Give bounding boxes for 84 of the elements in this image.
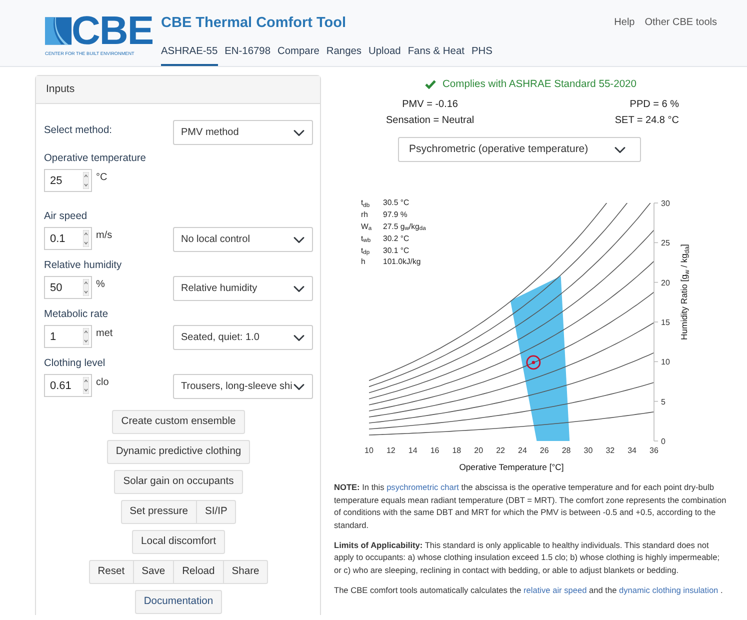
tick-label: 26	[540, 446, 549, 456]
tick-label: 32	[606, 446, 615, 456]
field-label: Relative humidity	[44, 259, 123, 272]
panel-header: Inputs	[36, 76, 320, 104]
logo-icon	[45, 16, 72, 46]
field-label: Operative temperature	[44, 152, 147, 165]
tick-label: 36	[650, 446, 658, 456]
nav-tab[interactable]: Upload	[368, 44, 401, 66]
number-field[interactable]: 1	[44, 325, 92, 348]
nav-tab[interactable]: ASHRAE-55	[161, 44, 218, 66]
tick-label: 10	[661, 358, 670, 368]
spinner-icon	[83, 279, 89, 296]
text-link[interactable]: dynamic clothing insulation	[619, 585, 718, 596]
tick-label: 25	[661, 239, 670, 248]
app-title: CBE Thermal Comfort Tool	[161, 14, 348, 32]
text-link[interactable]: relative air speed	[524, 585, 587, 596]
select-field[interactable]: Psychrometric (operative temperature)	[398, 137, 641, 162]
action-button[interactable]: Local discomfort	[132, 530, 225, 554]
tick-label: 34	[628, 446, 637, 456]
header-link[interactable]: Other CBE tools	[644, 15, 717, 66]
number-field[interactable]: 0.61	[44, 374, 92, 397]
tick-label: 28	[562, 446, 571, 456]
number-field[interactable]: 0.1	[44, 227, 92, 250]
result-text: Sensation = Neutral	[386, 114, 474, 128]
unit-label: °C	[96, 171, 108, 185]
spinner-icon	[83, 377, 89, 394]
select-field[interactable]: No local control	[173, 227, 313, 252]
tick-label: 16	[430, 446, 440, 456]
action-button[interactable]: Save	[132, 560, 174, 584]
tick-label: 14	[408, 446, 418, 456]
field-label: Metabolic rate	[44, 308, 109, 321]
unit-label: met	[96, 327, 113, 341]
select-field[interactable]: PMV method	[173, 120, 313, 145]
tick-label: 30	[584, 446, 593, 456]
action-button[interactable]: Reset	[88, 560, 134, 584]
select-field[interactable]: Trousers, long-sleeve shi	[173, 374, 313, 399]
action-button[interactable]: Set pressure	[120, 500, 198, 524]
note-paragraph: Limits of Applicability: This standard is only applicable to healthy individuals. This standard does not apply to occupants: a) whose clothing insulation exceed 1.5 clo; b) whose clothing is highly impermeable; or c) who are sleeping, reclining in contact with bedding, or able to adjust blankets or bedding.	[334, 539, 721, 576]
nav-tab[interactable]: Ranges	[326, 44, 362, 66]
action-button[interactable]: Share	[222, 560, 268, 584]
nav-tab[interactable]: Fans & Heat	[408, 44, 464, 66]
field-label: Select method:	[44, 124, 112, 137]
select-field[interactable]: Relative humidity	[173, 276, 313, 301]
field-label: Air speed	[44, 210, 88, 223]
action-button[interactable]: Solar gain on occupants	[114, 470, 243, 494]
action-button[interactable]: Reload	[173, 560, 224, 584]
unit-label: m/s	[96, 229, 112, 243]
action-button[interactable]: Documentation	[134, 590, 222, 614]
select-field[interactable]: Seated, quiet: 1.0	[173, 325, 313, 350]
tick-label: 18	[452, 446, 462, 456]
tick-label: 5	[661, 398, 666, 407]
spinner-icon	[83, 328, 89, 345]
logo-text: CBE	[72, 14, 153, 48]
action-button[interactable]: Create custom ensemble	[112, 410, 245, 434]
nav-tab[interactable]: EN-16798	[224, 44, 270, 66]
unit-label: clo	[96, 376, 109, 390]
tick-label: 10	[364, 446, 374, 456]
spinner-icon	[83, 172, 89, 189]
tick-label: 22	[496, 446, 505, 456]
spinner-icon	[83, 230, 89, 247]
text-link[interactable]: psychrometric chart	[386, 482, 459, 492]
note-paragraph: NOTE: In this psychrometric chart the abscissa is the operative temperature and for each point dry-bulb temperature equals mean radiant temperature (DBT = MRT). The comfort zone represents the combination of conditions with the same DBT and MRT for which the PMV is between -0.5 and +0.5, according to the standard.	[334, 481, 728, 532]
nav-tab[interactable]: Compare	[278, 44, 320, 66]
result-text: PMV = -0.16	[401, 98, 459, 112]
tick-label: 12	[386, 446, 396, 456]
nav-tab[interactable]: PHS	[471, 44, 492, 66]
header-link[interactable]: Help	[614, 15, 635, 66]
result-text: PPD = 6 %	[628, 98, 679, 112]
tick-label: 20	[474, 446, 484, 456]
tick-label: 15	[661, 318, 670, 328]
field-label: Clothing level	[44, 357, 106, 370]
number-field[interactable]: 50	[44, 276, 92, 299]
unit-label: %	[96, 278, 105, 292]
axis-title: Operative Temperature [°C]	[459, 462, 564, 472]
action-button[interactable]: Dynamic predictive clothing	[106, 440, 250, 464]
tick-label: 0	[661, 437, 666, 446]
number-field[interactable]: 25	[44, 169, 92, 192]
tick-label: 30	[661, 199, 670, 208]
note-paragraph: The CBE comfort tools automatically calculates the relative air speed and the dynamic clothing insulation .	[334, 584, 724, 597]
tick-label: 24	[518, 446, 527, 456]
tick-label: 20	[661, 278, 670, 288]
compliance-text: Complies with ASHRAE Standard 55-2020	[442, 78, 637, 92]
result-text: SET = 24.8 °C	[614, 114, 679, 128]
action-button[interactable]: SI/IP	[196, 500, 236, 524]
